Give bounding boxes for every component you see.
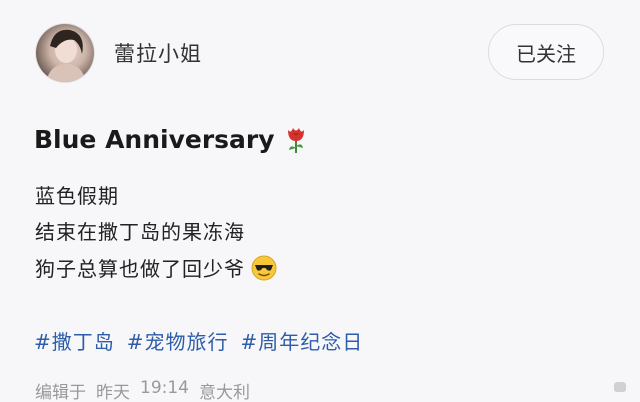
post-body-line: 结束在撒丁岛的果冻海 xyxy=(35,220,245,244)
follow-button[interactable]: 已关注 xyxy=(488,24,604,80)
edit-prefix: 编辑于 xyxy=(35,383,86,402)
post-location: 意大利 xyxy=(199,383,250,402)
hashtag-link[interactable]: #宠物旅行 xyxy=(127,326,229,355)
hashtag-link[interactable]: #周年纪念日 xyxy=(241,326,364,355)
edit-day: 昨天 xyxy=(96,383,130,402)
hashtag-list: #撒丁岛 #宠物旅行 #周年纪念日 xyxy=(34,326,363,355)
cool-sunglasses-emoji-icon xyxy=(251,255,277,281)
rose-icon xyxy=(285,124,307,154)
post-body-line: 蓝色假期 xyxy=(35,184,119,208)
avatar-photo-icon xyxy=(46,29,86,82)
post-header: 蕾拉小姐 已关注 xyxy=(0,0,640,110)
hashtag-link[interactable]: #撒丁岛 xyxy=(34,326,115,355)
scrollbar-thumb[interactable] xyxy=(614,382,626,392)
post-card: 蕾拉小姐 已关注 Blue Anniversary 蓝色假期 结束在撒丁岛的果冻… xyxy=(0,0,640,402)
author-avatar[interactable] xyxy=(36,24,94,82)
post-body-line: 狗子总算也做了回少爷 xyxy=(35,253,277,282)
author-name[interactable]: 蕾拉小姐 xyxy=(114,38,202,68)
post-body-line-text: 狗子总算也做了回少爷 xyxy=(35,257,245,281)
edit-time: 19:14 xyxy=(140,378,189,398)
post-meta: 编辑于 昨天 19:14 意大利 xyxy=(35,378,250,402)
post-title: Blue Anniversary xyxy=(34,124,307,154)
post-title-text: Blue Anniversary xyxy=(34,124,275,154)
